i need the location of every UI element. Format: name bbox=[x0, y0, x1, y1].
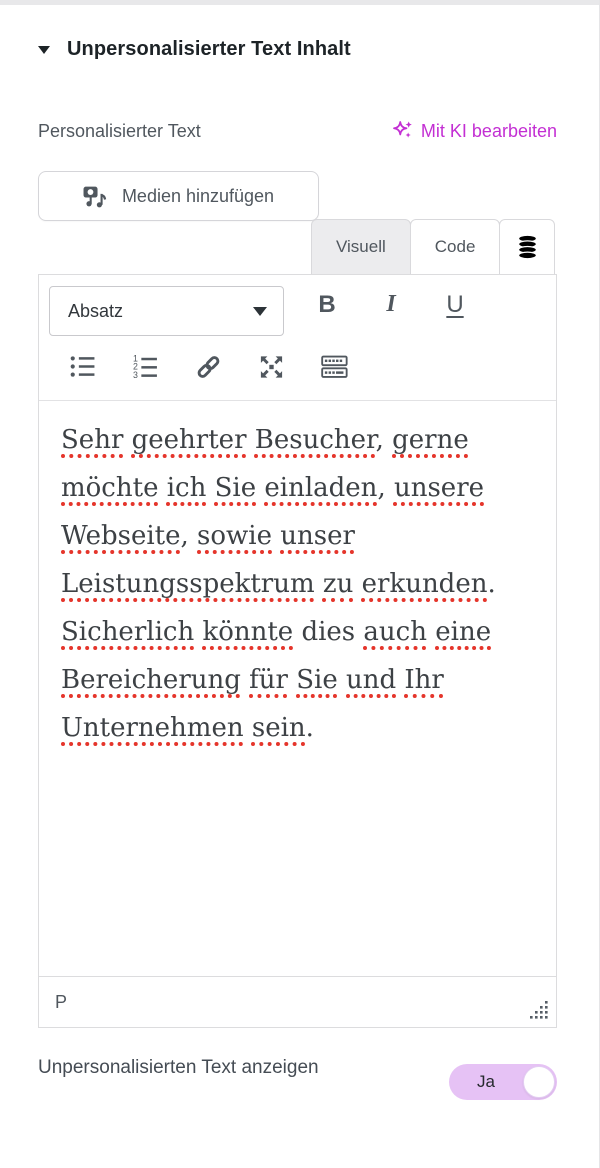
content-word: ich bbox=[167, 473, 207, 503]
show-unpersonalized-toggle[interactable]: Ja bbox=[449, 1064, 557, 1100]
edit-with-ai-label: Mit KI bearbeiten bbox=[421, 121, 557, 142]
panel-top-divider bbox=[0, 0, 600, 5]
settings-panel: Unpersonalisierter Text Inhalt Personali… bbox=[0, 0, 600, 1168]
tab-code-label: Code bbox=[435, 237, 476, 257]
paragraph-format-select[interactable]: Absatz bbox=[49, 286, 284, 336]
link-icon bbox=[195, 353, 222, 381]
content-word: Sie bbox=[296, 665, 338, 695]
content-word: dies bbox=[301, 617, 355, 647]
content-word: Ihr bbox=[404, 665, 443, 695]
content-word: eine bbox=[435, 617, 491, 647]
caret-down-icon bbox=[38, 46, 50, 54]
content-word: Sehr bbox=[61, 425, 123, 455]
content-word: . bbox=[487, 569, 495, 599]
content-word: Besucher bbox=[255, 425, 376, 455]
database-icon bbox=[515, 234, 540, 261]
toggle-label: Unpersonalisierten Text anzeigen bbox=[38, 1055, 328, 1100]
edit-with-ai-link[interactable]: Mit KI bearbeiten bbox=[392, 120, 557, 142]
underline-button[interactable]: U bbox=[435, 291, 475, 319]
toggle-on-label: Ja bbox=[449, 1064, 523, 1100]
element-path: P bbox=[55, 992, 67, 1013]
editor-status-bar: P bbox=[39, 976, 556, 1027]
content-word: erkunden bbox=[362, 569, 488, 599]
keyboard-shortcuts-button[interactable] bbox=[321, 353, 348, 380]
resize-grip-icon[interactable] bbox=[526, 998, 550, 1022]
content-word: könnte bbox=[202, 617, 293, 647]
numbered-list-button[interactable]: 1 2 3 bbox=[132, 353, 159, 380]
editor-toolbar-row2: 1 2 3 bbox=[69, 353, 348, 380]
content-word: gerne bbox=[392, 425, 469, 455]
content-word: , bbox=[377, 473, 385, 503]
content-word: Bereicherung bbox=[61, 665, 241, 695]
format-select-value: Absatz bbox=[68, 301, 123, 322]
toggle-knob bbox=[523, 1066, 555, 1098]
add-media-button[interactable]: Medien hinzufügen bbox=[38, 171, 319, 221]
content-word: Sie bbox=[215, 473, 257, 503]
editor-toolbar: Absatz B I U 1 2 3 bbox=[39, 275, 556, 401]
content-word: sowie bbox=[197, 521, 272, 551]
fullscreen-button[interactable] bbox=[258, 353, 285, 380]
chevron-down-icon bbox=[253, 307, 267, 316]
content-word: unsere bbox=[394, 473, 484, 503]
numbered-list-icon: 1 2 3 bbox=[132, 353, 159, 380]
content-word: Webseite bbox=[61, 521, 181, 551]
content-word: sein bbox=[252, 713, 306, 743]
content-word: . bbox=[306, 713, 314, 743]
sparkles-icon bbox=[392, 120, 414, 142]
tab-visuell-label: Visuell bbox=[336, 237, 386, 257]
bold-button[interactable]: B bbox=[307, 291, 347, 319]
wysiwyg-editor: Absatz B I U 1 2 3 bbox=[38, 274, 557, 1028]
content-word: zu bbox=[323, 569, 353, 599]
content-word: für bbox=[249, 665, 288, 695]
bulleted-list-icon bbox=[69, 353, 96, 380]
field-label: Personalisierter Text bbox=[38, 121, 201, 142]
content-word: , bbox=[181, 521, 189, 551]
content-word: und bbox=[346, 665, 396, 695]
svg-text:3: 3 bbox=[133, 370, 138, 380]
italic-button[interactable]: I bbox=[371, 291, 411, 318]
content-word: auch bbox=[363, 617, 427, 647]
field-label-row: Personalisierter Text Mit KI bearbeiten bbox=[38, 120, 557, 142]
bulleted-list-button[interactable] bbox=[69, 353, 96, 380]
show-unpersonalized-text-row: Unpersonalisierten Text anzeigen Ja bbox=[38, 1055, 557, 1100]
content-word: geehrter bbox=[132, 425, 247, 455]
editor-content-area[interactable]: Sehr geehrter Besucher, gernemöchte ich … bbox=[39, 401, 556, 976]
insert-link-button[interactable] bbox=[195, 353, 222, 380]
editor-tabs: Visuell Code bbox=[312, 219, 555, 275]
content-word: möchte bbox=[61, 473, 158, 503]
content-word: Sicherlich bbox=[61, 617, 194, 647]
tab-visuell[interactable]: Visuell bbox=[311, 219, 411, 275]
content-word: einladen bbox=[264, 473, 377, 503]
add-media-label: Medien hinzufügen bbox=[122, 186, 274, 207]
content-word: Unternehmen bbox=[61, 713, 244, 743]
content-word: unser bbox=[280, 521, 355, 551]
content-word: Leistungsspektrum bbox=[61, 569, 315, 599]
section-title: Unpersonalisierter Text Inhalt bbox=[67, 38, 351, 61]
content-word: , bbox=[376, 425, 384, 455]
section-header-unpersonalisierter-text[interactable]: Unpersonalisierter Text Inhalt bbox=[38, 38, 351, 61]
keyboard-icon bbox=[321, 353, 348, 381]
tab-dynamic-data[interactable] bbox=[499, 219, 555, 275]
camera-music-note-icon bbox=[83, 184, 110, 209]
tab-code[interactable]: Code bbox=[410, 219, 501, 275]
fullscreen-icon bbox=[258, 353, 285, 381]
